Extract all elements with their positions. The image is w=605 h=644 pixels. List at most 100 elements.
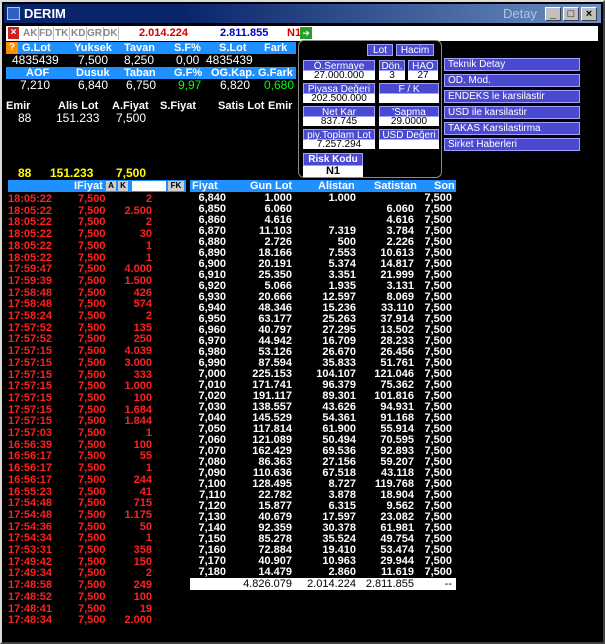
depth-row[interactable]: 6,980 53.126 26.670 26.456 7,500 — [190, 346, 456, 358]
menu-usd-karsilastir[interactable]: USD ile karsilastir — [444, 106, 580, 119]
depth-row[interactable]: 6,900 20.191 5.374 14.817 7,500 — [190, 258, 456, 270]
depth-row[interactable]: 7,120 15.877 6.315 9.562 7,500 — [190, 500, 456, 512]
depth-row[interactable]: 6,970 44.942 16.709 28.233 7,500 — [190, 335, 456, 347]
depth-row[interactable]: 6,910 25.350 3.351 21.999 7,500 — [190, 269, 456, 281]
tab-dk[interactable]: DK — [102, 27, 120, 40]
trade-row[interactable]: 17:57:03 7,500 1 — [8, 427, 186, 439]
depth-row[interactable]: 7,030 138.557 43.626 94.931 7,500 — [190, 401, 456, 413]
depth-row[interactable]: 6,930 20.666 12.597 8.069 7,500 — [190, 291, 456, 303]
trade-row[interactable]: 17:54:36 7,500 50 — [8, 521, 186, 533]
trade-row[interactable]: 17:49:42 7,500 150 — [8, 556, 186, 568]
trade-row[interactable]: 17:48:34 7,500 2.000 — [8, 614, 186, 626]
depth-row[interactable]: 6,850 6.060 6.060 7,500 — [190, 203, 456, 215]
trade-row[interactable]: 17:57:15 7,500 100 — [8, 392, 186, 404]
menu-od-mod[interactable]: OD. Mod. — [444, 74, 580, 87]
trade-row[interactable]: 16:56:39 7,500 100 — [8, 439, 186, 451]
depth-row[interactable]: 6,890 18.166 7.553 10.613 7,500 — [190, 247, 456, 259]
tab-tk[interactable]: TK — [54, 27, 71, 40]
trade-row[interactable]: 18:05:22 7,500 1 — [8, 252, 186, 264]
trade-row[interactable]: 17:54:48 7,500 1.175 — [8, 509, 186, 521]
trade-row[interactable]: 17:58:48 7,500 426 — [8, 287, 186, 299]
trade-row[interactable]: 17:59:39 7,500 1.500 — [8, 275, 186, 287]
risk-kodu-value: N1 — [303, 166, 363, 177]
trade-row[interactable]: 18:05:22 7,500 2 — [8, 216, 186, 228]
trade-row[interactable]: 17:48:52 7,500 100 — [8, 591, 186, 603]
trade-row[interactable]: 17:48:58 7,500 249 — [8, 579, 186, 591]
depth-row[interactable]: 7,150 85.278 35.524 49.754 7,500 — [190, 533, 456, 545]
trade-row[interactable]: 18:05:22 7,500 30 — [8, 228, 186, 240]
trade-row[interactable]: 16:56:17 7,500 55 — [8, 450, 186, 462]
trade-row[interactable]: 18:05:22 7,500 1 — [8, 240, 186, 252]
trade-row[interactable]: 17:54:34 7,500 1 — [8, 532, 186, 544]
trade-row[interactable]: 16:56:17 7,500 1 — [8, 462, 186, 474]
depth-row[interactable]: 6,870 11.103 7.319 3.784 7,500 — [190, 225, 456, 237]
depth-row[interactable]: 7,110 22.782 3.878 18.904 7,500 — [190, 489, 456, 501]
lot-button[interactable]: Lot — [367, 44, 393, 56]
depth-row[interactable]: 7,140 92.359 30.378 61.981 7,500 — [190, 522, 456, 534]
trade-row[interactable]: 17:48:41 7,500 19 — [8, 603, 186, 615]
trade-row[interactable]: 17:58:48 7,500 574 — [8, 298, 186, 310]
depth-row[interactable]: 6,840 1.000 1.000 7,500 — [190, 192, 456, 204]
slot-value: 4835439 — [206, 53, 253, 67]
close-tab-icon[interactable]: × — [8, 27, 19, 39]
tab-fd[interactable]: FD — [38, 27, 55, 40]
trade-row[interactable]: 17:49:34 7,500 2 — [8, 567, 186, 579]
menu-sirket-haberleri[interactable]: Sirket Haberleri — [444, 138, 580, 151]
trade-row[interactable]: 17:57:15 7,500 4.039 — [8, 345, 186, 357]
depth-row[interactable]: 7,130 40.679 17.597 23.082 7,500 — [190, 511, 456, 523]
trade-row[interactable]: 17:57:15 7,500 1.000 — [8, 380, 186, 392]
tab-kd[interactable]: KD — [70, 27, 88, 40]
depth-row[interactable]: 7,020 191.117 89.301 101.816 7,500 — [190, 390, 456, 402]
trade-row[interactable]: 17:53:31 7,500 358 — [8, 544, 186, 556]
depth-row[interactable]: 7,100 128.495 8.727 119.768 7,500 — [190, 478, 456, 490]
orders-row[interactable]: 88 151.233 7,500 — [6, 112, 296, 125]
depth-row[interactable]: 7,160 72.884 19.410 53.474 7,500 — [190, 544, 456, 556]
trades-filter-input[interactable] — [132, 181, 166, 191]
depth-row[interactable]: 6,860 4.616 4.616 7,500 — [190, 214, 456, 226]
arrow-right-icon[interactable]: ➔ — [300, 27, 312, 39]
tab-ak[interactable]: AK — [22, 27, 40, 40]
depth-row[interactable]: 7,180 14.479 2.860 11.619 7,500 — [190, 566, 456, 578]
depth-row[interactable]: 7,050 117.814 61.900 55.914 7,500 — [190, 423, 456, 435]
trade-row[interactable]: 17:58:24 7,500 2 — [8, 310, 186, 322]
depth-row[interactable]: 7,090 110.636 67.518 43.118 7,500 — [190, 467, 456, 479]
trades-a-button[interactable]: A — [106, 181, 116, 191]
dusuk-value: 6,840 — [78, 78, 109, 92]
hacim-button[interactable]: Hacim — [396, 44, 434, 56]
trade-row[interactable]: 17:57:15 7,500 1.684 — [8, 404, 186, 416]
depth-row[interactable]: 6,920 5.066 1.935 3.131 7,500 — [190, 280, 456, 292]
trade-row[interactable]: 17:57:15 7,500 333 — [8, 369, 186, 381]
close-icon[interactable]: × — [581, 7, 597, 21]
depth-row[interactable]: 6,990 87.594 35.833 51.761 7,500 — [190, 357, 456, 369]
trade-row[interactable]: 17:57:15 7,500 3.000 — [8, 357, 186, 369]
trade-row[interactable]: 18:05:22 7,500 2 — [8, 193, 186, 205]
osermaye-value: 27.000.000 — [303, 71, 375, 81]
depth-row[interactable]: 7,060 121.089 50.494 70.595 7,500 — [190, 434, 456, 446]
minimize-icon[interactable]: _ — [545, 7, 561, 21]
depth-row[interactable]: 7,170 40.907 10.963 29.944 7,500 — [190, 555, 456, 567]
trades-k-button[interactable]: K — [118, 181, 128, 191]
depth-row[interactable]: 6,950 63.177 25.263 37.914 7,500 — [190, 313, 456, 325]
trade-row[interactable]: 17:59:47 7,500 4.000 — [8, 263, 186, 275]
trade-row[interactable]: 16:55:23 7,500 41 — [8, 486, 186, 498]
menu-endeks-karsilastir[interactable]: ENDEKS le karsilastir — [444, 90, 580, 103]
menu-teknik-detay[interactable]: Teknik Detay — [444, 58, 580, 71]
trades-fk-button[interactable]: FK — [168, 181, 184, 191]
depth-row[interactable]: 7,010 171.741 96.379 75.362 7,500 — [190, 379, 456, 391]
trade-row[interactable]: 17:57:15 7,500 1.844 — [8, 415, 186, 427]
depth-row[interactable]: 7,070 162.429 69.536 92.893 7,500 — [190, 445, 456, 457]
trade-row[interactable]: 18:05:22 7,500 2.500 — [8, 205, 186, 217]
trade-row[interactable]: 17:57:52 7,500 250 — [8, 333, 186, 345]
trade-row[interactable]: 17:54:48 7,500 715 — [8, 497, 186, 509]
trade-row[interactable]: 16:56:17 7,500 244 — [8, 474, 186, 486]
depth-row[interactable]: 6,940 48.346 15.236 33.110 7,500 — [190, 302, 456, 314]
maximize-icon[interactable]: □ — [563, 7, 579, 21]
depth-row[interactable]: 6,960 40.797 27.295 13.502 7,500 — [190, 324, 456, 336]
menu-takas-karsilastirma[interactable]: TAKAS Karsilastirma — [444, 122, 580, 135]
depth-row[interactable]: 7,040 145.529 54.361 91.168 7,500 — [190, 412, 456, 424]
depth-row[interactable]: 7,000 225.153 104.107 121.046 7,500 — [190, 368, 456, 380]
depth-row[interactable]: 6,880 2.726 500 2.226 7,500 — [190, 236, 456, 248]
trades-fiyat-header[interactable]: IFiyat — [74, 180, 103, 193]
trade-row[interactable]: 17:57:52 7,500 135 — [8, 322, 186, 334]
depth-row[interactable]: 7,080 86.363 27.156 59.207 7,500 — [190, 456, 456, 468]
